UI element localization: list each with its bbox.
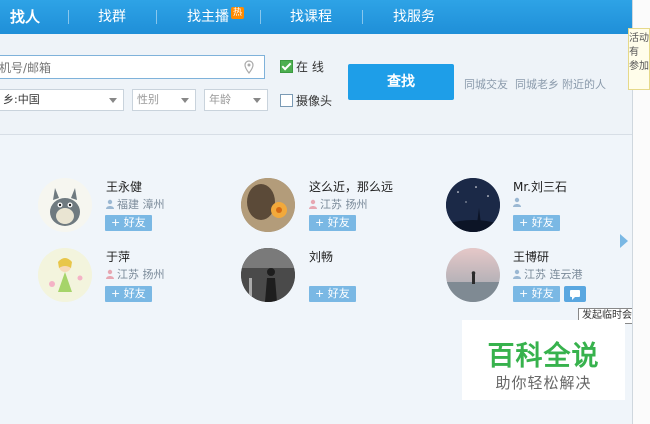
quick-link-same-city-hometown[interactable]: 同城老乡: [515, 76, 559, 92]
location-text: 江苏 连云港: [524, 268, 583, 281]
age-select[interactable]: 年龄: [204, 89, 268, 111]
checkbox-checked-icon[interactable]: [280, 60, 293, 73]
checkbox-unchecked-icon[interactable]: [280, 94, 293, 107]
add-friend-button[interactable]: + 好友: [309, 215, 356, 231]
side-ad-line: 有: [629, 47, 639, 58]
quick-link-same-city-dating[interactable]: 同城交友: [464, 76, 508, 92]
camera-label: 摄像头: [296, 94, 333, 108]
watermark-subtitle: 助你轻松解决: [495, 374, 592, 392]
person-name[interactable]: Mr.刘三石: [513, 178, 567, 195]
location-text: 江苏 扬州: [117, 268, 165, 281]
person-male-icon: [106, 199, 114, 209]
person-location: 福建 漳州: [106, 196, 165, 212]
person-location: [513, 196, 524, 209]
side-ad-line: 参加: [629, 61, 649, 72]
tab-divider: [362, 10, 363, 24]
person-name[interactable]: 于萍: [106, 248, 130, 265]
tab-divider: [68, 10, 69, 24]
photo-avatar-icon: [241, 178, 295, 232]
gender-select[interactable]: 性别: [132, 89, 196, 111]
tab-find-anchors-label: 找主播: [187, 9, 229, 25]
chevron-down-icon: [109, 98, 117, 103]
landscape-avatar-icon: [446, 248, 500, 302]
location-text: 江苏 扬州: [320, 198, 368, 211]
chevron-down-icon: [253, 98, 261, 103]
side-ad-line: 活动: [629, 33, 649, 44]
avatar[interactable]: [38, 178, 92, 232]
tab-find-services[interactable]: 找服务: [393, 0, 435, 34]
person-location: 江苏 连云港: [513, 266, 583, 282]
next-page-arrow-icon[interactable]: [620, 234, 628, 248]
totoro-avatar-icon: [38, 178, 92, 232]
hometown-value: 乡:中国: [3, 93, 40, 106]
camera-checkbox[interactable]: 摄像头: [280, 92, 332, 109]
add-friend-button[interactable]: + 好友: [105, 215, 152, 231]
location-pin-icon[interactable]: [244, 60, 254, 74]
bw-photo-avatar-icon: [241, 248, 295, 302]
tab-find-courses[interactable]: 找课程: [290, 0, 332, 34]
person-name[interactable]: 王永健: [106, 178, 142, 195]
watermark-title: 百科全说: [487, 341, 600, 372]
online-checkbox[interactable]: 在 线: [280, 58, 324, 75]
location-text: 福建 漳州: [117, 198, 165, 211]
search-input-box[interactable]: [0, 55, 265, 80]
person-male-icon: [513, 197, 521, 207]
person-female-icon: [309, 199, 317, 209]
search-area: 在 线 摄像头 乡:中国 性别 年龄 查找 同城交友 同城老乡 附近的人: [0, 34, 632, 135]
search-input[interactable]: [0, 56, 221, 80]
person-male-icon: [513, 269, 521, 279]
add-friend-button[interactable]: + 好友: [105, 286, 152, 302]
hometown-select[interactable]: 乡:中国: [0, 89, 124, 111]
avatar[interactable]: [446, 178, 500, 232]
watermark: 百科全说 助你轻松解决: [462, 320, 625, 400]
add-friend-button[interactable]: + 好友: [513, 215, 560, 231]
online-label: 在 线: [296, 60, 324, 74]
side-ad-snippet[interactable]: 活动 有 参加: [628, 28, 650, 90]
gender-placeholder: 性别: [137, 93, 159, 106]
avatar[interactable]: [241, 178, 295, 232]
person-female-icon: [106, 269, 114, 279]
top-tab-bar: 找人 找群 找主播热 找课程 找服务: [0, 0, 632, 34]
add-friend-button[interactable]: + 好友: [309, 286, 356, 302]
add-friend-button[interactable]: + 好友: [513, 286, 560, 302]
tab-find-anchors[interactable]: 找主播热: [187, 0, 245, 34]
tab-find-groups[interactable]: 找群: [98, 0, 126, 34]
person-name[interactable]: 这么近，那么远: [309, 178, 393, 195]
hot-badge: 热: [231, 7, 245, 19]
age-placeholder: 年龄: [209, 93, 231, 106]
avatar[interactable]: [241, 248, 295, 302]
tab-divider: [156, 10, 157, 24]
cartoon-girl-avatar-icon: [38, 248, 92, 302]
tab-find-people[interactable]: 找人: [10, 0, 40, 34]
avatar[interactable]: [446, 248, 500, 302]
tab-divider: [260, 10, 261, 24]
find-button[interactable]: 查找: [348, 64, 454, 100]
person-location: 江苏 扬州: [106, 266, 165, 282]
quick-link-nearby-people[interactable]: 附近的人: [562, 76, 606, 92]
person-name[interactable]: 王博研: [513, 248, 549, 265]
person-name[interactable]: 刘畅: [309, 248, 333, 265]
avatar[interactable]: [38, 248, 92, 302]
chat-bubble-icon: [570, 290, 580, 300]
chevron-down-icon: [181, 98, 189, 103]
person-location: 江苏 扬州: [309, 196, 368, 212]
night-sky-avatar-icon: [446, 178, 500, 232]
temp-chat-button[interactable]: [564, 286, 586, 302]
